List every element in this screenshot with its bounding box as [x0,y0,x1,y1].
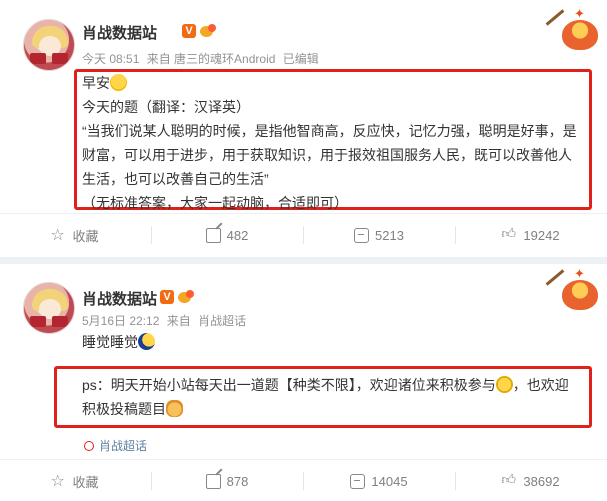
like-icon [502,228,517,243]
topic-label: 肖战超话 [99,439,148,453]
star-icon [50,471,66,491]
like-button[interactable]: 38692 [456,460,606,501]
action-bar: 收藏 482 5213 19242 [0,213,607,255]
post-card: 肖战数据站 V 5月16日 22:12 来自 肖战超话 ✦ 睡觉睡觉 ps：明天… [0,264,607,501]
post-card: 肖战数据站 V 今天 08:51 来自 唐三的魂环Android 已编辑 ✦ 早… [0,0,607,257]
action-bar: 收藏 878 14045 38692 [0,459,607,501]
post-source: 来自 [166,314,191,328]
star-icon [50,225,66,245]
repost-icon [205,227,221,243]
favorite-button[interactable]: 收藏 [0,214,150,256]
comment-icon [350,473,366,489]
author-name[interactable]: 肖战数据站 [82,288,157,309]
favorite-button[interactable]: 收藏 [0,460,150,501]
author-name[interactable]: 肖战数据站 [82,22,157,43]
post-text: 睡觉睡觉 [82,330,155,354]
text-line: （无标准答案，大家一起动脑，合适即可） [82,195,348,211]
text-line: 睡觉睡觉 [82,334,138,350]
text-line: 积极投稿题目 [82,401,166,417]
verified-icon: V [160,290,174,304]
post-meta: 5月16日 22:12 来自 肖战超话 [82,312,250,329]
topic-icon [84,441,94,451]
crown-badge-icon [200,24,216,38]
crown-badge-icon [178,290,194,304]
post-source: 来自 唐三的魂环Android [146,52,276,66]
moon-emoji-icon [138,333,155,350]
avatar[interactable] [23,282,75,334]
avatar[interactable] [23,19,75,71]
like-icon [502,474,517,489]
comment-button[interactable]: 5213 [304,214,454,256]
cat-emoji-icon [166,400,183,417]
favorite-label: 收藏 [72,474,99,490]
smile-emoji-icon [110,74,127,91]
post-time[interactable]: 今天 08:51 [82,52,139,66]
edited-label[interactable]: 已编辑 [283,52,319,66]
like-count: 38692 [523,473,560,489]
comment-count: 5213 [375,227,404,243]
repost-count: 878 [226,473,249,489]
repost-button[interactable]: 482 [152,214,302,256]
repost-count: 482 [226,227,249,243]
comment-count: 14045 [371,473,408,489]
favorite-label: 收藏 [72,228,99,244]
post-text: 早安 今天的题（翻译：汉译英） “当我们说某人聪明的时候，是指他智商高，反应快，… [82,71,587,215]
verified-icon: V [182,24,196,38]
like-button[interactable]: 19242 [456,214,606,256]
text-line: 生活，也可以改善自己的生活” [82,171,269,187]
comment-button[interactable]: 14045 [304,460,454,501]
post-time[interactable]: 5月16日 22:12 [82,314,159,328]
ps-text: ps：明天开始小站每天出一道题【种类不限】，欢迎诸位来积极参与 ，也欢迎 积极投稿… [82,373,587,421]
repost-button[interactable]: 878 [152,460,302,501]
post-meta: 今天 08:51 来自 唐三的魂环Android 已编辑 [82,50,323,67]
hotpot-decoration: ✦ [544,6,604,56]
glasses-emoji-icon [495,376,513,393]
repost-icon [205,473,221,489]
text-line: ，也欢迎 [512,377,569,393]
comment-icon [354,227,370,243]
text-line: 早安 [82,75,110,91]
like-count: 19242 [523,227,560,243]
text-line: “当我们说某人聪明的时候，是指他智商高，反应快，记忆力强，聪明是好事，是 [82,123,577,139]
topic-tag[interactable]: 肖战超话 [84,437,147,454]
text-line: ps：明天开始小站每天出一道题【种类不限】，欢迎诸位来积极参与 [82,377,496,393]
hotpot-decoration: ✦ [544,266,604,316]
text-line: 财富，可以用于进步，用于获取知识，用于报效祖国服务人民，既可以改善他人 [82,147,572,163]
source-topic-link[interactable]: 肖战超话 [198,314,246,328]
text-line: 今天的题（翻译：汉译英） [82,99,250,115]
